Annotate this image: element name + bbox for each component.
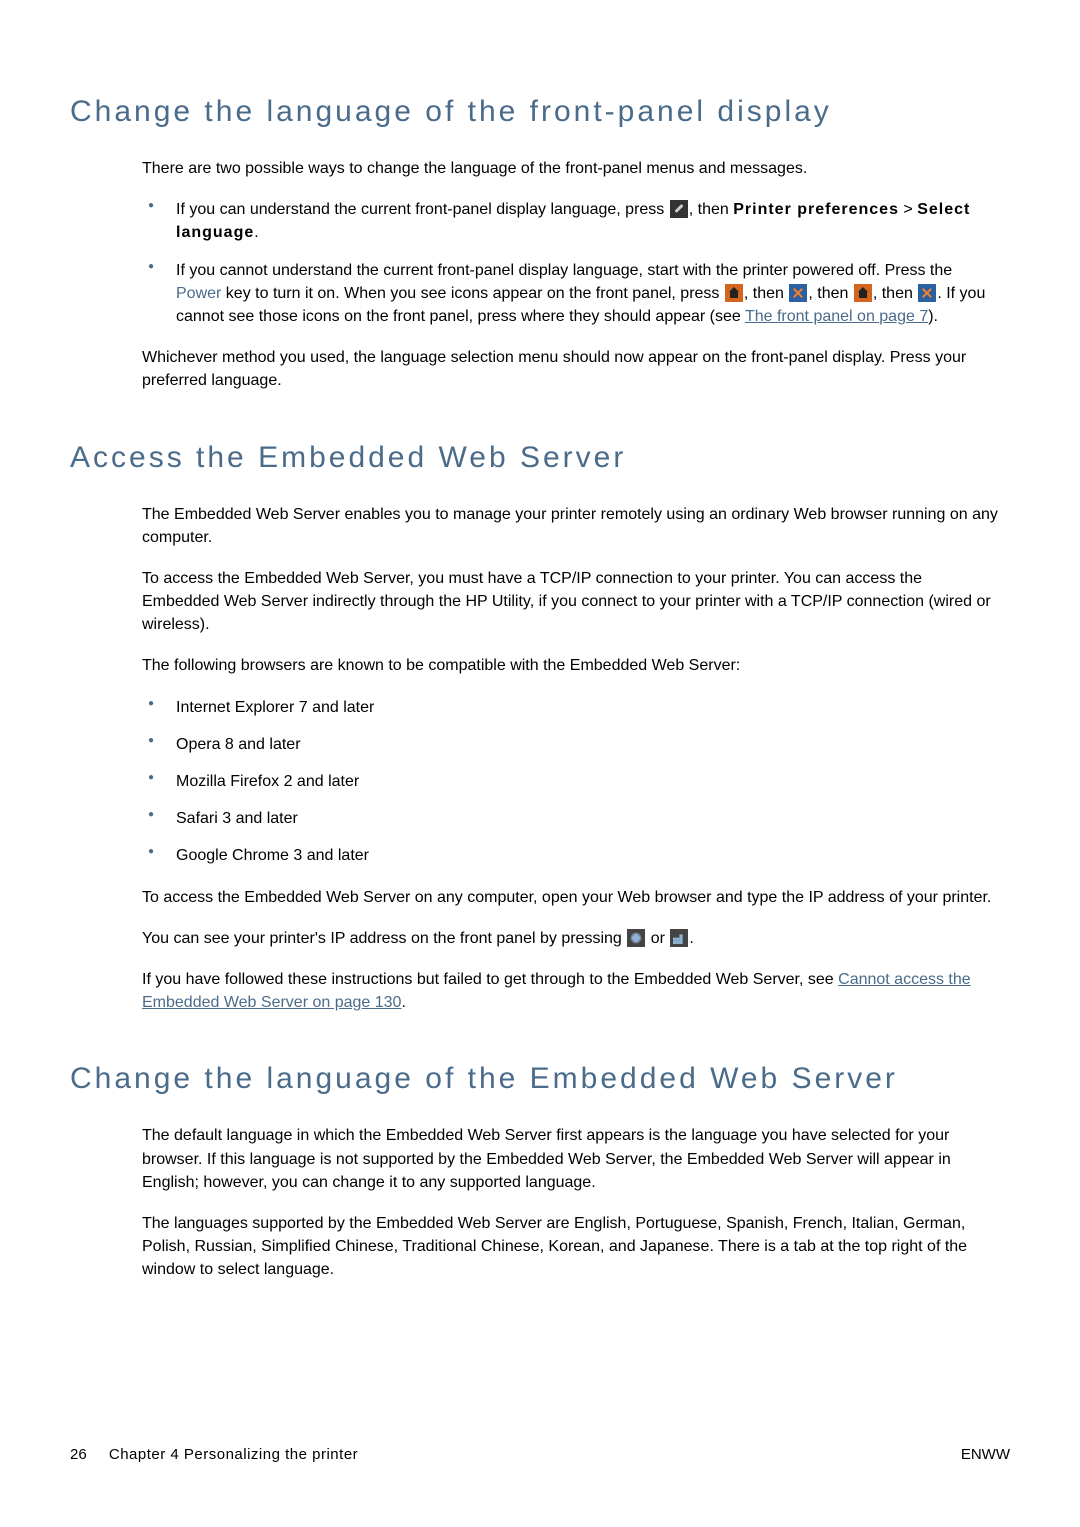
list-item: Safari 3 and later [142, 807, 1000, 830]
browser-list: Internet Explorer 7 and later Opera 8 an… [142, 696, 1000, 868]
s1-outro: Whichever method you used, the language … [142, 346, 1000, 392]
text: . [401, 994, 405, 1011]
text: , then [808, 285, 852, 302]
home-icon [725, 284, 743, 302]
wrench-icon [670, 200, 688, 218]
page-number: 26 [70, 1446, 87, 1463]
text: . [254, 224, 258, 241]
s1-intro: There are two possible ways to change th… [142, 157, 1000, 180]
close-icon [918, 284, 936, 302]
text: , then [744, 285, 788, 302]
footer-left: 26 Chapter 4 Personalizing the printer [70, 1446, 358, 1463]
s2-p6: If you have followed these instructions … [142, 968, 1000, 1014]
s2-p3: The following browsers are known to be c… [142, 654, 1000, 677]
heading-access-embedded-web-server: Access the Embedded Web Server [70, 441, 1010, 475]
text: If you have followed these instructions … [142, 971, 838, 988]
s2-p2: To access the Embedded Web Server, you m… [142, 567, 1000, 637]
list-item: Opera 8 and later [142, 733, 1000, 756]
close-icon [789, 284, 807, 302]
chapter-label: Chapter 4 Personalizing the printer [109, 1446, 358, 1463]
text-bold: Printer preferences [733, 201, 899, 218]
s1-list: If you can understand the current front-… [142, 198, 1000, 328]
page-footer: 26 Chapter 4 Personalizing the printer E… [70, 1446, 1010, 1463]
text: > [899, 201, 917, 218]
network-icon [627, 929, 645, 947]
list-item: Internet Explorer 7 and later [142, 696, 1000, 719]
text: or [646, 930, 669, 947]
wifi-icon [670, 929, 688, 947]
power-key-text: Power [176, 285, 221, 302]
text: . [689, 930, 693, 947]
text: , then [873, 285, 917, 302]
text: You can see your printer's IP address on… [142, 930, 626, 947]
s1-bullet-2: If you cannot understand the current fro… [142, 259, 1000, 329]
text: If you can understand the current front-… [176, 201, 669, 218]
list-item: Mozilla Firefox 2 and later [142, 770, 1000, 793]
footer-right: ENWW [961, 1446, 1010, 1463]
s3-p2: The languages supported by the Embedded … [142, 1212, 1000, 1282]
link-front-panel[interactable]: The front panel on page 7 [745, 308, 928, 325]
s1-bullet-1: If you can understand the current front-… [142, 198, 1000, 244]
heading-change-language-ews: Change the language of the Embedded Web … [70, 1062, 1010, 1096]
s2-p4: To access the Embedded Web Server on any… [142, 886, 1000, 909]
s2-p1: The Embedded Web Server enables you to m… [142, 503, 1000, 549]
heading-change-language-front-panel: Change the language of the front-panel d… [70, 95, 1010, 129]
text: key to turn it on. When you see icons ap… [221, 285, 724, 302]
text: , then [689, 201, 733, 218]
list-item: Google Chrome 3 and later [142, 844, 1000, 867]
s2-p5: You can see your printer's IP address on… [142, 927, 1000, 950]
s3-p1: The default language in which the Embedd… [142, 1124, 1000, 1194]
home-icon [854, 284, 872, 302]
text: If you cannot understand the current fro… [176, 262, 952, 279]
text: ). [928, 308, 938, 325]
